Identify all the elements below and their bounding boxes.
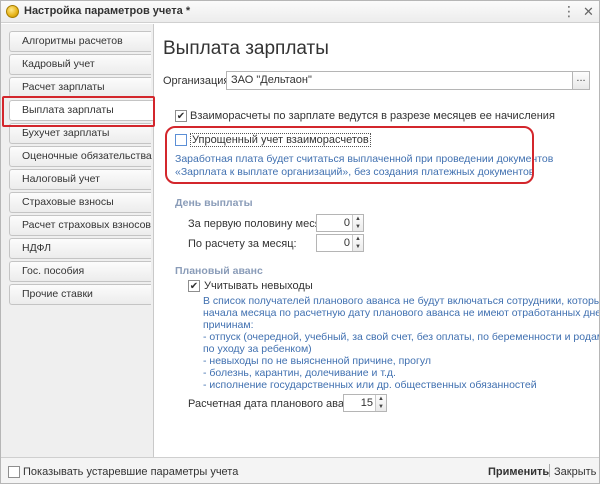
main-content: Выплата зарплаты Организация: ЗАО "Дельт… xyxy=(155,24,599,457)
show-obsolete-checkbox[interactable] xyxy=(8,466,20,478)
nav-highlight-frame xyxy=(2,96,155,127)
organization-label: Организация: xyxy=(163,75,233,87)
nav-item-benefits[interactable]: Гос. пособия xyxy=(9,261,151,282)
close-window-icon[interactable]: ✕ xyxy=(581,4,596,19)
nav-item-insurance-calc[interactable]: Расчет страховых взносов xyxy=(9,215,151,236)
page-title: Выплата зарплаты xyxy=(163,38,329,59)
nav-item-hr[interactable]: Кадровый учет xyxy=(9,54,151,75)
organization-select-button[interactable]: ... xyxy=(573,71,590,90)
mutual-by-month-checkbox[interactable] xyxy=(175,110,187,122)
nav-item-estimated-liabilities[interactable]: Оценочные обязательства xyxy=(9,146,152,167)
payday-section-header: День выплаты xyxy=(175,197,253,209)
first-half-day-value: 0 xyxy=(343,217,350,229)
advance-date-value: 15 xyxy=(360,397,373,409)
absence-hint-line: начала месяца по расчетную дату плановог… xyxy=(203,307,600,319)
month-calc-label: По расчету за месяц: xyxy=(188,238,297,250)
first-half-label: За первую половину месяца: xyxy=(188,218,337,230)
simplified-highlight-frame xyxy=(165,126,534,184)
advance-date-label: Расчетная дата планового аванса: xyxy=(188,398,365,410)
show-obsolete-label: Показывать устаревшие параметры учета xyxy=(23,466,239,478)
settings-window: Настройка параметров учета * ⋮ ✕ Алгорит… xyxy=(0,0,600,484)
mutual-by-month-label: Взаиморасчеты по зарплате ведутся в разр… xyxy=(190,110,555,122)
button-separator xyxy=(549,464,550,477)
close-button[interactable]: Закрыть xyxy=(554,466,596,478)
absences-label: Учитывать невыходы xyxy=(204,280,313,292)
app-logo-icon xyxy=(6,5,19,18)
nav-item-other-rates[interactable]: Прочие ставки xyxy=(9,284,151,305)
advance-date-spinner[interactable]: 15 ▲ ▼ xyxy=(343,394,387,412)
nav-item-insurance[interactable]: Страховые взносы xyxy=(9,192,151,213)
month-day-value: 0 xyxy=(343,237,350,249)
organization-field[interactable]: ЗАО "Дельтаон" xyxy=(226,71,573,90)
absence-hint-line: - исполнение государственных или др. общ… xyxy=(203,379,537,391)
advance-section-header: Плановый аванс xyxy=(175,265,263,277)
more-menu-icon[interactable]: ⋮ xyxy=(561,4,576,19)
bottom-bar: Показывать устаревшие параметры учета Пр… xyxy=(1,457,599,483)
title-bar: Настройка параметров учета * ⋮ ✕ xyxy=(1,1,599,23)
window-title: Настройка параметров учета * xyxy=(24,5,191,17)
spinner-arrows-icon[interactable]: ▲ ▼ xyxy=(352,235,363,251)
nav-item-tax[interactable]: Налоговый учет xyxy=(9,169,151,190)
month-day-spinner[interactable]: 0 ▲ ▼ xyxy=(316,234,364,252)
first-half-day-spinner[interactable]: 0 ▲ ▼ xyxy=(316,214,364,232)
nav-item-algorithms[interactable]: Алгоритмы расчетов xyxy=(9,31,151,52)
spinner-arrows-icon[interactable]: ▲ ▼ xyxy=(352,215,363,231)
spinner-arrows-icon[interactable]: ▲ ▼ xyxy=(375,395,386,411)
settings-nav: Алгоритмы расчетов Кадровый учет Расчет … xyxy=(1,24,155,457)
absences-checkbox[interactable] xyxy=(188,280,200,292)
apply-button[interactable]: Применить xyxy=(488,466,549,478)
nav-item-payroll-calc[interactable]: Расчет зарплаты xyxy=(9,77,151,98)
nav-item-ndfl[interactable]: НДФЛ xyxy=(9,238,151,259)
